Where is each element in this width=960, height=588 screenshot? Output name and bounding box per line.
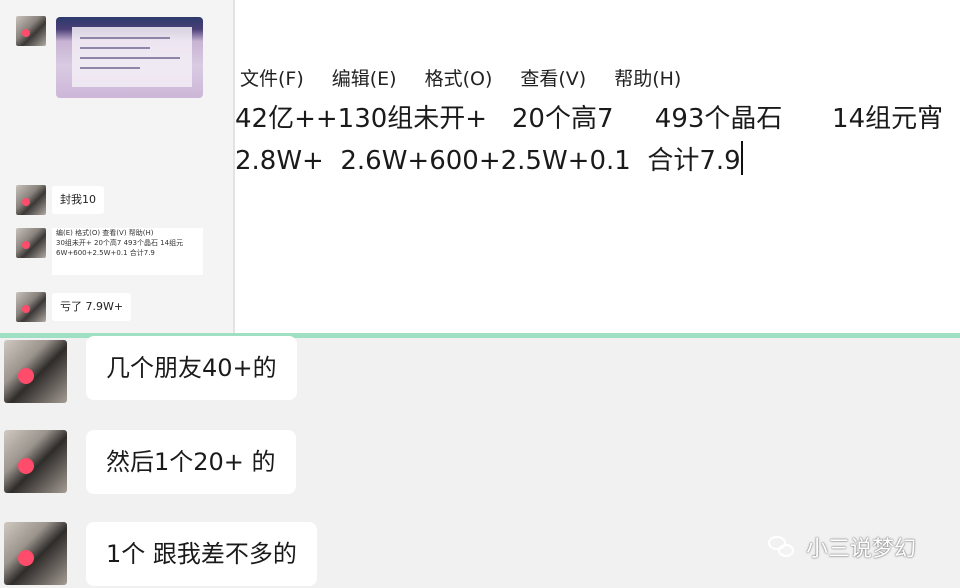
mini-note-line: 30组未开+ 20个高7 493个晶石 14组元 <box>56 239 184 247</box>
avatar[interactable] <box>4 340 67 403</box>
top-panel: 封我10 编(E) 格式(O) 查看(V) 帮助(H) 30组未开+ 20个高7… <box>0 0 960 333</box>
menu-file[interactable]: 文件(F) <box>240 64 304 94</box>
notepad-text-area[interactable]: 42亿++130组未开+ 20个高7 493个晶石 14组元宵 2.8W+ 2.… <box>235 98 960 182</box>
message-bubble[interactable]: 然后1个20+ 的 <box>86 430 296 494</box>
watermark: 小三说梦幻 <box>768 530 916 564</box>
avatar[interactable] <box>4 522 67 585</box>
message-bubble[interactable]: 几个朋友40+的 <box>86 336 297 400</box>
image-text-line <box>80 47 150 49</box>
menu-view[interactable]: 查看(V) <box>520 64 586 94</box>
mini-note-line: 6W+600+2.5W+0.1 合计7.9 <box>56 249 155 257</box>
avatar[interactable] <box>16 16 46 46</box>
image-text-line <box>80 37 170 39</box>
notepad-line: 42亿++130组未开+ 20个高7 493个晶石 14组元宵 <box>235 104 944 134</box>
image-message[interactable] <box>56 17 203 98</box>
left-chat-panel: 封我10 编(E) 格式(O) 查看(V) 帮助(H) 30组未开+ 20个高7… <box>0 0 233 333</box>
avatar[interactable] <box>16 292 46 322</box>
menu-help[interactable]: 帮助(H) <box>614 64 681 94</box>
message-bubble[interactable]: 亏了 7.9W+ <box>52 293 132 321</box>
note-image-message[interactable]: 编(E) 格式(O) 查看(V) 帮助(H) 30组未开+ 20个高7 493个… <box>52 228 203 275</box>
wechat-icon <box>768 534 798 560</box>
menu-format[interactable]: 格式(O) <box>425 64 493 94</box>
text-caret <box>740 141 743 175</box>
notepad-menubar: 文件(F) 编辑(E) 格式(O) 查看(V) 帮助(H) <box>240 64 709 94</box>
notepad-line: 2.8W+ 2.6W+600+2.5W+0.1 合计7.9 <box>235 140 960 182</box>
avatar[interactable] <box>16 185 46 215</box>
avatar[interactable] <box>4 430 67 493</box>
menu-edit[interactable]: 编辑(E) <box>332 64 397 94</box>
message-bubble[interactable]: 封我10 <box>52 186 104 214</box>
image-text-line <box>80 57 180 59</box>
avatar[interactable] <box>16 228 46 258</box>
watermark-text: 小三说梦幻 <box>806 537 917 562</box>
message-bubble[interactable]: 1个 跟我差不多的 <box>86 522 317 586</box>
mini-note-menu: 编(E) 格式(O) 查看(V) 帮助(H) <box>56 229 154 237</box>
image-text-line <box>80 67 140 69</box>
